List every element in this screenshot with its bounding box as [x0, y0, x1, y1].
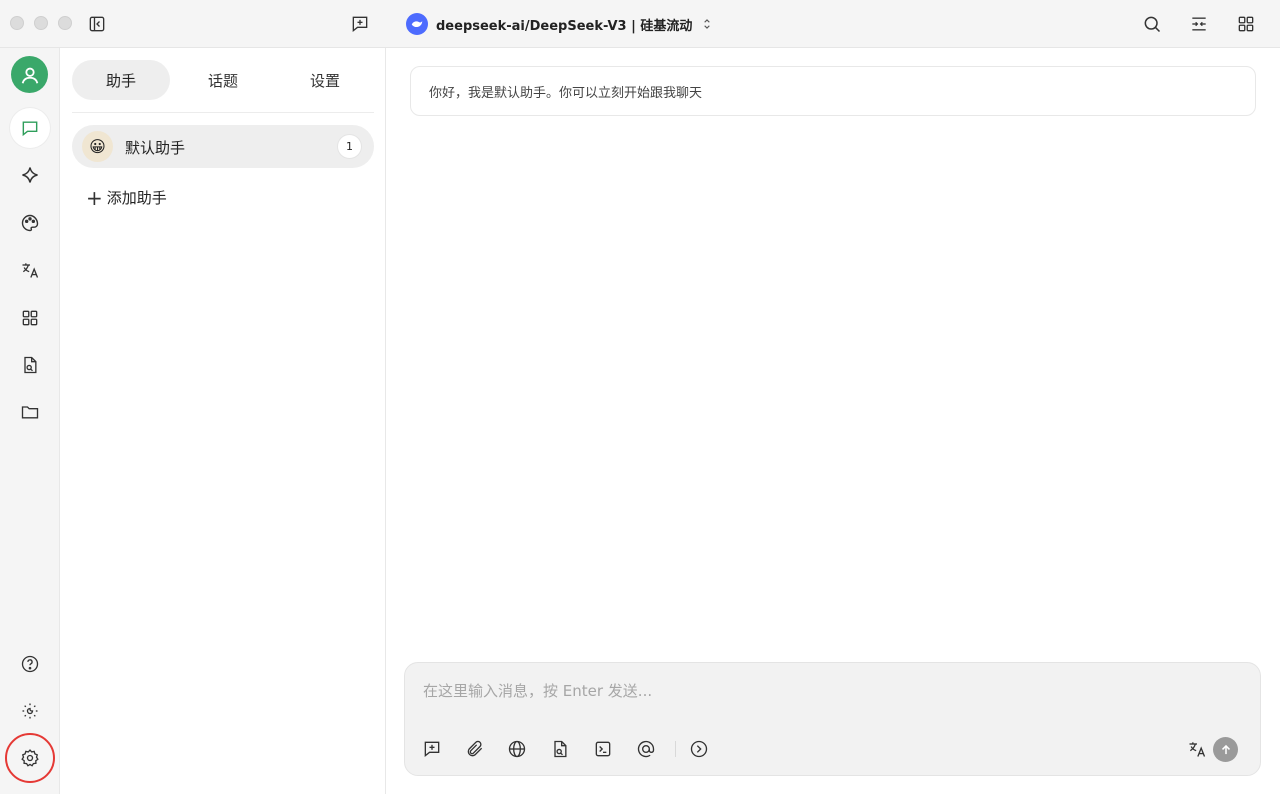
- chat-icon[interactable]: [10, 108, 50, 148]
- plus-icon: +: [86, 185, 103, 210]
- assistant-emoji-avatar: 😀: [82, 131, 113, 162]
- assistant-panel: 助手 话题 设置 😀 默认助手 1 + 添加助手: [60, 48, 386, 794]
- assistant-list-item[interactable]: 😀 默认助手 1: [72, 125, 374, 168]
- translate-input-icon[interactable]: [1185, 737, 1209, 761]
- attachment-icon[interactable]: [463, 737, 487, 761]
- folder-icon[interactable]: [10, 392, 50, 432]
- tab-topics[interactable]: 话题: [174, 60, 272, 100]
- terminal-icon[interactable]: [591, 737, 615, 761]
- document-search-icon[interactable]: [10, 345, 50, 385]
- knowledge-base-icon[interactable]: [548, 737, 572, 761]
- model-name: deepseek-ai/DeepSeek-V3 | 硅基流动: [436, 18, 693, 34]
- message-input[interactable]: [423, 679, 1123, 703]
- panel-tabs: 助手 话题 设置: [72, 60, 374, 100]
- divider: [72, 112, 374, 113]
- web-search-icon[interactable]: [505, 737, 529, 761]
- deepseek-logo-icon: [406, 13, 428, 35]
- theme-icon[interactable]: [10, 691, 50, 731]
- close-window-button[interactable]: [10, 16, 24, 30]
- chat-area: 你好，我是默认助手。你可以立刻开始跟我聊天: [386, 48, 1280, 794]
- highlight-circle: [5, 733, 55, 783]
- user-avatar[interactable]: [11, 56, 48, 93]
- topic-count-badge: 1: [337, 134, 362, 159]
- assistant-name: 默认助手: [125, 139, 186, 157]
- send-button[interactable]: [1213, 737, 1238, 762]
- add-assistant-label: 添加助手: [106, 189, 167, 207]
- add-assistant-button[interactable]: + 添加助手: [86, 187, 167, 208]
- zoom-window-button[interactable]: [58, 16, 72, 30]
- message-composer: [404, 662, 1261, 776]
- tab-settings[interactable]: 设置: [276, 60, 374, 100]
- translate-icon[interactable]: [10, 250, 50, 290]
- new-topic-tool-icon[interactable]: [420, 737, 444, 761]
- sidebar-toggle-icon[interactable]: [85, 12, 109, 36]
- grid-view-icon[interactable]: [1234, 12, 1258, 36]
- help-icon[interactable]: [10, 644, 50, 684]
- minimize-window-button[interactable]: [34, 16, 48, 30]
- expand-arrow-icon[interactable]: [687, 737, 711, 761]
- search-icon[interactable]: [1140, 12, 1164, 36]
- layout-toggle-icon[interactable]: [1187, 12, 1211, 36]
- toolbar-divider: [675, 741, 676, 757]
- tab-assistants[interactable]: 助手: [72, 60, 170, 100]
- model-selector[interactable]: deepseek-ai/DeepSeek-V3 | 硅基流动: [406, 12, 714, 36]
- new-topic-icon[interactable]: [348, 12, 372, 36]
- chevron-updown-icon: [704, 19, 711, 29]
- palette-icon[interactable]: [10, 203, 50, 243]
- navigation-rail: [0, 48, 60, 794]
- apps-icon[interactable]: [10, 298, 50, 338]
- assistant-greeting-message: 你好，我是默认助手。你可以立刻开始跟我聊天: [410, 66, 1256, 116]
- sparkle-icon[interactable]: [10, 155, 50, 195]
- title-bar: deepseek-ai/DeepSeek-V3 | 硅基流动: [0, 0, 1280, 48]
- mention-icon[interactable]: [634, 737, 658, 761]
